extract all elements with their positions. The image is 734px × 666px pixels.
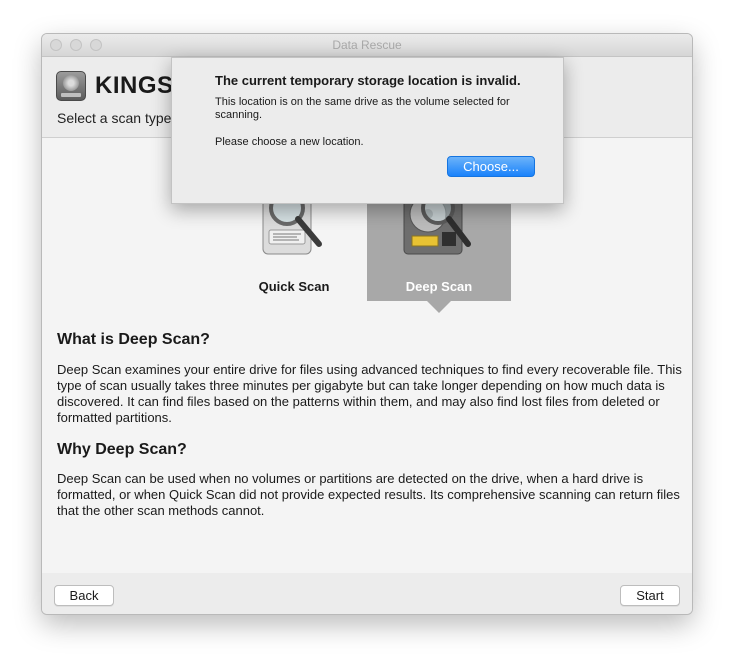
choose-button[interactable]: Choose...	[447, 156, 535, 177]
why-deep-scan-heading: Why Deep Scan?	[57, 441, 187, 458]
why-deep-scan-text: Deep Scan can be used when no volumes or…	[57, 471, 680, 518]
alert-message: This location is on the same drive as th…	[215, 96, 510, 121]
back-button[interactable]: Back	[54, 585, 114, 606]
header-subtitle: Select a scan type,	[57, 110, 176, 126]
quick-scan-label: Quick Scan	[258, 279, 330, 294]
selection-pointer	[427, 301, 451, 313]
hard-drive-icon	[56, 71, 86, 101]
what-is-deep-scan-text: Deep Scan examines your entire drive for…	[57, 362, 682, 425]
window-title: Data Rescue	[332, 38, 402, 52]
title-bar: Data Rescue	[42, 34, 692, 57]
alert-instruction: Please choose a new location.	[215, 136, 364, 148]
footer: Back Start	[42, 573, 692, 614]
alert-sheet: The current temporary storage location i…	[171, 57, 564, 204]
start-button[interactable]: Start	[620, 585, 680, 606]
what-is-deep-scan-heading: What is Deep Scan?	[57, 331, 210, 348]
alert-title: The current temporary storage location i…	[215, 73, 521, 88]
deep-scan-label: Deep Scan	[405, 279, 473, 294]
